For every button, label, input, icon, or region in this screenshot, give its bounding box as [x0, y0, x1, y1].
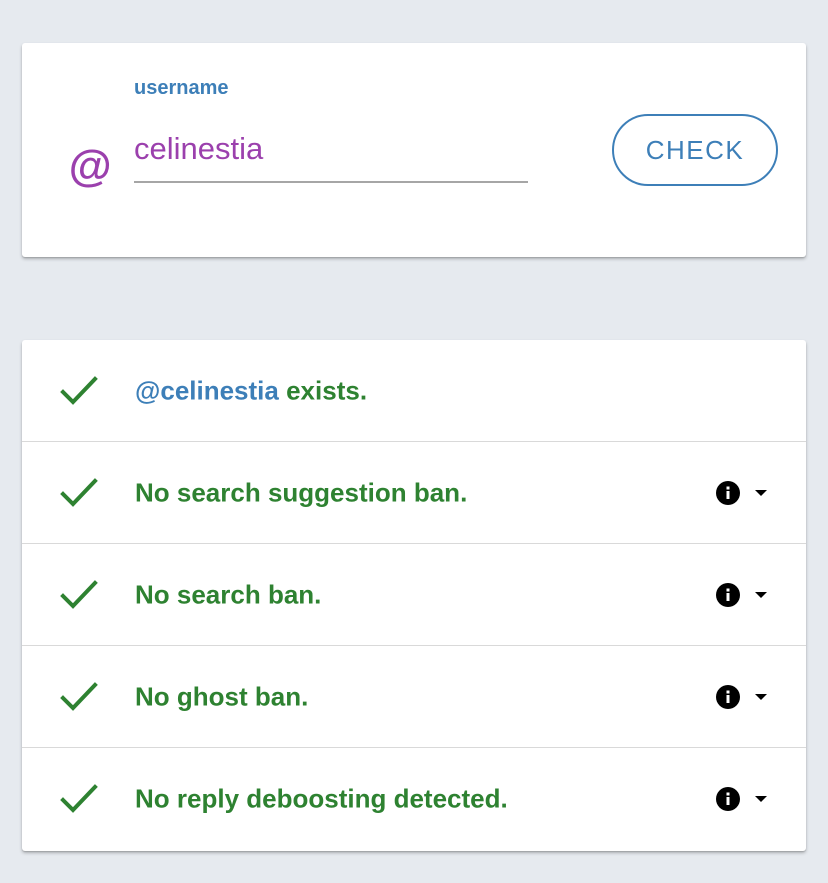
result-row-search-suggestion-ban: No search suggestion ban. [22, 442, 806, 544]
checkmark-icon [60, 783, 98, 813]
caret-down-icon[interactable] [754, 693, 768, 701]
result-exists-text: @celinestia exists. [135, 375, 367, 406]
info-icon[interactable] [716, 684, 740, 709]
caret-down-icon[interactable] [754, 489, 768, 497]
result-row-search-ban: No search ban. [22, 544, 806, 646]
username-card: @ username CHECK [22, 43, 806, 257]
result-label: No search ban. [135, 579, 322, 609]
username-input[interactable] [134, 117, 528, 183]
result-label: No search suggestion ban. [135, 477, 468, 507]
checkmark-icon [60, 681, 98, 711]
at-sign-icon: @ [68, 142, 111, 191]
result-label: No ghost ban. [135, 681, 309, 711]
result-row-reply-deboosting: No reply deboosting detected. [22, 748, 806, 849]
caret-down-icon[interactable] [754, 795, 768, 803]
result-label: No reply deboosting detected. [135, 783, 508, 813]
info-icon[interactable] [716, 480, 740, 505]
checkmark-icon [60, 477, 98, 507]
check-button[interactable]: CHECK [612, 114, 778, 186]
info-icon[interactable] [716, 786, 740, 811]
checkmark-icon [60, 579, 98, 609]
checkmark-icon [60, 375, 98, 405]
result-row-exists: @celinestia exists. [22, 340, 806, 442]
result-row-ghost-ban: No ghost ban. [22, 646, 806, 748]
username-handle-link[interactable]: @celinestia [135, 375, 279, 405]
info-icon[interactable] [716, 582, 740, 607]
caret-down-icon[interactable] [754, 591, 768, 599]
username-label: username [134, 77, 229, 99]
results-card: @celinestia exists. No search suggestion… [22, 340, 806, 851]
exists-suffix: exists. [278, 375, 368, 405]
